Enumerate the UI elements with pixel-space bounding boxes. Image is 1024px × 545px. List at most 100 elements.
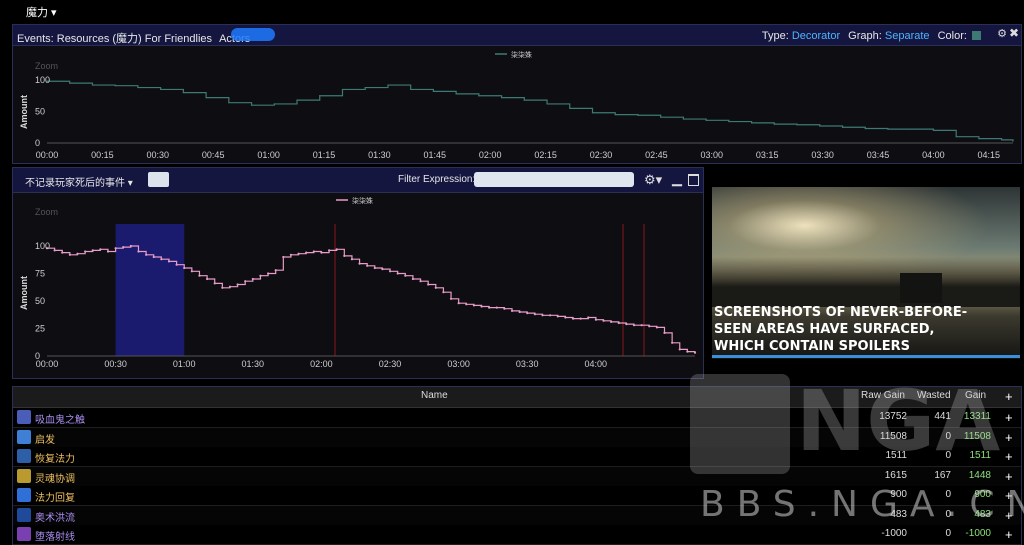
- data-point: [449, 297, 453, 300]
- table-row[interactable]: 堕落射线 -1000 0 -1000 +: [13, 525, 1021, 545]
- watermark-site: BBS.NGA.CN: [700, 484, 1024, 525]
- data-point: [396, 272, 399, 275]
- gear-icon[interactable]: ⚙: [997, 27, 1007, 40]
- data-point: [682, 118, 685, 120]
- x-tick-label: 02:30: [590, 150, 613, 160]
- data-point: [319, 95, 321, 97]
- x-tick-label: 00:15: [91, 150, 114, 160]
- filter-expression-input[interactable]: [474, 172, 634, 187]
- data-point: [106, 250, 110, 253]
- data-point: [250, 104, 253, 106]
- add-row-icon[interactable]: +: [1005, 527, 1013, 542]
- series-line: [47, 80, 1014, 142]
- data-point: [364, 86, 366, 89]
- ad-line-2: SEEN AREAS HAVE SURFACED,: [714, 322, 935, 337]
- toggle-box[interactable]: [148, 172, 169, 187]
- data-point: [266, 272, 270, 275]
- data-point: [434, 286, 437, 289]
- data-point: [289, 253, 293, 256]
- advertisement-image[interactable]: SCREENSHOTS OF NEVER-BEFORE- SEEN AREAS …: [712, 187, 1020, 359]
- ability-icon: [17, 488, 31, 502]
- data-point: [343, 254, 346, 257]
- events-value[interactable]: Resources (魔力) For Friendlies: [57, 33, 212, 45]
- events-header: Events: Resources (魔力) For Friendlies Ac…: [13, 25, 1021, 46]
- data-point: [602, 319, 605, 322]
- detail-chart[interactable]: 025507510000:00 00:30 01:00 01:30 02:00 02:30…: [13, 192, 703, 378]
- graph-value[interactable]: Separate: [885, 30, 930, 42]
- data-point: [465, 303, 468, 306]
- color-swatch[interactable]: [972, 31, 981, 40]
- ability-name[interactable]: 堕落射线: [35, 528, 75, 543]
- data-point: [137, 86, 139, 89]
- add-row-icon[interactable]: +: [1005, 410, 1013, 425]
- data-point: [183, 266, 186, 270]
- data-point: [671, 341, 674, 344]
- events-label: Events:: [17, 33, 54, 45]
- top-bar: 魔力 ▾: [0, 0, 1024, 22]
- data-point: [751, 122, 753, 124]
- ability-name[interactable]: 启发: [35, 431, 55, 446]
- close-icon[interactable]: ✖: [1009, 26, 1019, 40]
- data-point: [518, 310, 521, 314]
- data-point: [387, 84, 389, 86]
- data-point: [637, 114, 639, 116]
- x-tick-label: 03:15: [756, 150, 779, 160]
- add-column-icon[interactable]: +: [1005, 389, 1013, 404]
- data-point: [274, 269, 277, 272]
- y-tick-label: 0: [35, 138, 40, 148]
- data-point: [655, 326, 658, 329]
- data-point: [305, 251, 308, 254]
- x-tick-label: 03:30: [811, 150, 834, 160]
- add-row-icon[interactable]: +: [1005, 449, 1013, 464]
- ability-name[interactable]: 灵魂协调: [35, 470, 75, 485]
- data-point: [571, 317, 575, 320]
- data-point: [488, 306, 491, 309]
- data-point: [129, 244, 132, 248]
- ability-name[interactable]: 法力回复: [35, 489, 75, 504]
- type-value[interactable]: Decorator: [792, 30, 840, 42]
- ability-name[interactable]: 恢复法力: [35, 450, 75, 465]
- data-point: [358, 262, 361, 265]
- data-point: [500, 97, 503, 99]
- resource-selector[interactable]: 魔力 ▾: [26, 4, 57, 20]
- data-point: [569, 107, 571, 109]
- x-tick-label: 02:15: [534, 150, 557, 160]
- ability-name[interactable]: 奥术洪流: [35, 509, 75, 524]
- col-name[interactable]: Name: [421, 390, 448, 401]
- y-tick-label: 50: [35, 296, 45, 306]
- data-point: [523, 99, 525, 101]
- data-point: [864, 127, 866, 130]
- detail-panel: 不记录玩家死后的事件 ▾ Filter Expression: ⚙▾ ▁ 0 25…: [12, 167, 704, 379]
- data-point: [686, 350, 689, 353]
- data-point: [228, 102, 230, 104]
- actors-redaction: [231, 28, 275, 41]
- add-row-icon[interactable]: +: [1005, 469, 1013, 484]
- data-point: [705, 119, 707, 121]
- data-point: [955, 136, 957, 138]
- add-row-icon[interactable]: +: [1005, 430, 1013, 445]
- data-point: [381, 268, 384, 271]
- data-point: [273, 103, 275, 105]
- ability-icon: [17, 468, 31, 483]
- watermark-logo-text: NGA: [796, 372, 1001, 470]
- gear-icon[interactable]: ⚙▾: [644, 172, 662, 188]
- data-point: [455, 93, 457, 95]
- y-tick-label: 75: [35, 269, 45, 279]
- data-point: [312, 250, 315, 253]
- y-axis-label: Amount: [19, 276, 29, 310]
- x-tick-label: 03:00: [447, 359, 470, 369]
- data-point: [205, 97, 207, 99]
- data-point: [419, 280, 422, 283]
- minimize-icon[interactable]: ▁: [672, 171, 682, 187]
- data-point: [1001, 139, 1003, 141]
- death-filter-dropdown[interactable]: 不记录玩家死后的事件 ▾: [25, 174, 133, 189]
- data-point: [579, 317, 582, 320]
- x-tick-label: 02:00: [479, 150, 502, 160]
- maximize-icon[interactable]: [688, 174, 699, 186]
- overview-chart[interactable]: 0 50 100 00:00 00:15 00:30 00:45 01:00 01:15 01:3…: [13, 45, 1021, 163]
- data-point: [410, 88, 412, 91]
- ability-name[interactable]: 吸血鬼之触: [35, 411, 85, 426]
- y-tick-label: 100: [35, 75, 50, 85]
- filter-expression-label: Filter Expression:: [398, 174, 476, 185]
- data-point: [1012, 140, 1014, 142]
